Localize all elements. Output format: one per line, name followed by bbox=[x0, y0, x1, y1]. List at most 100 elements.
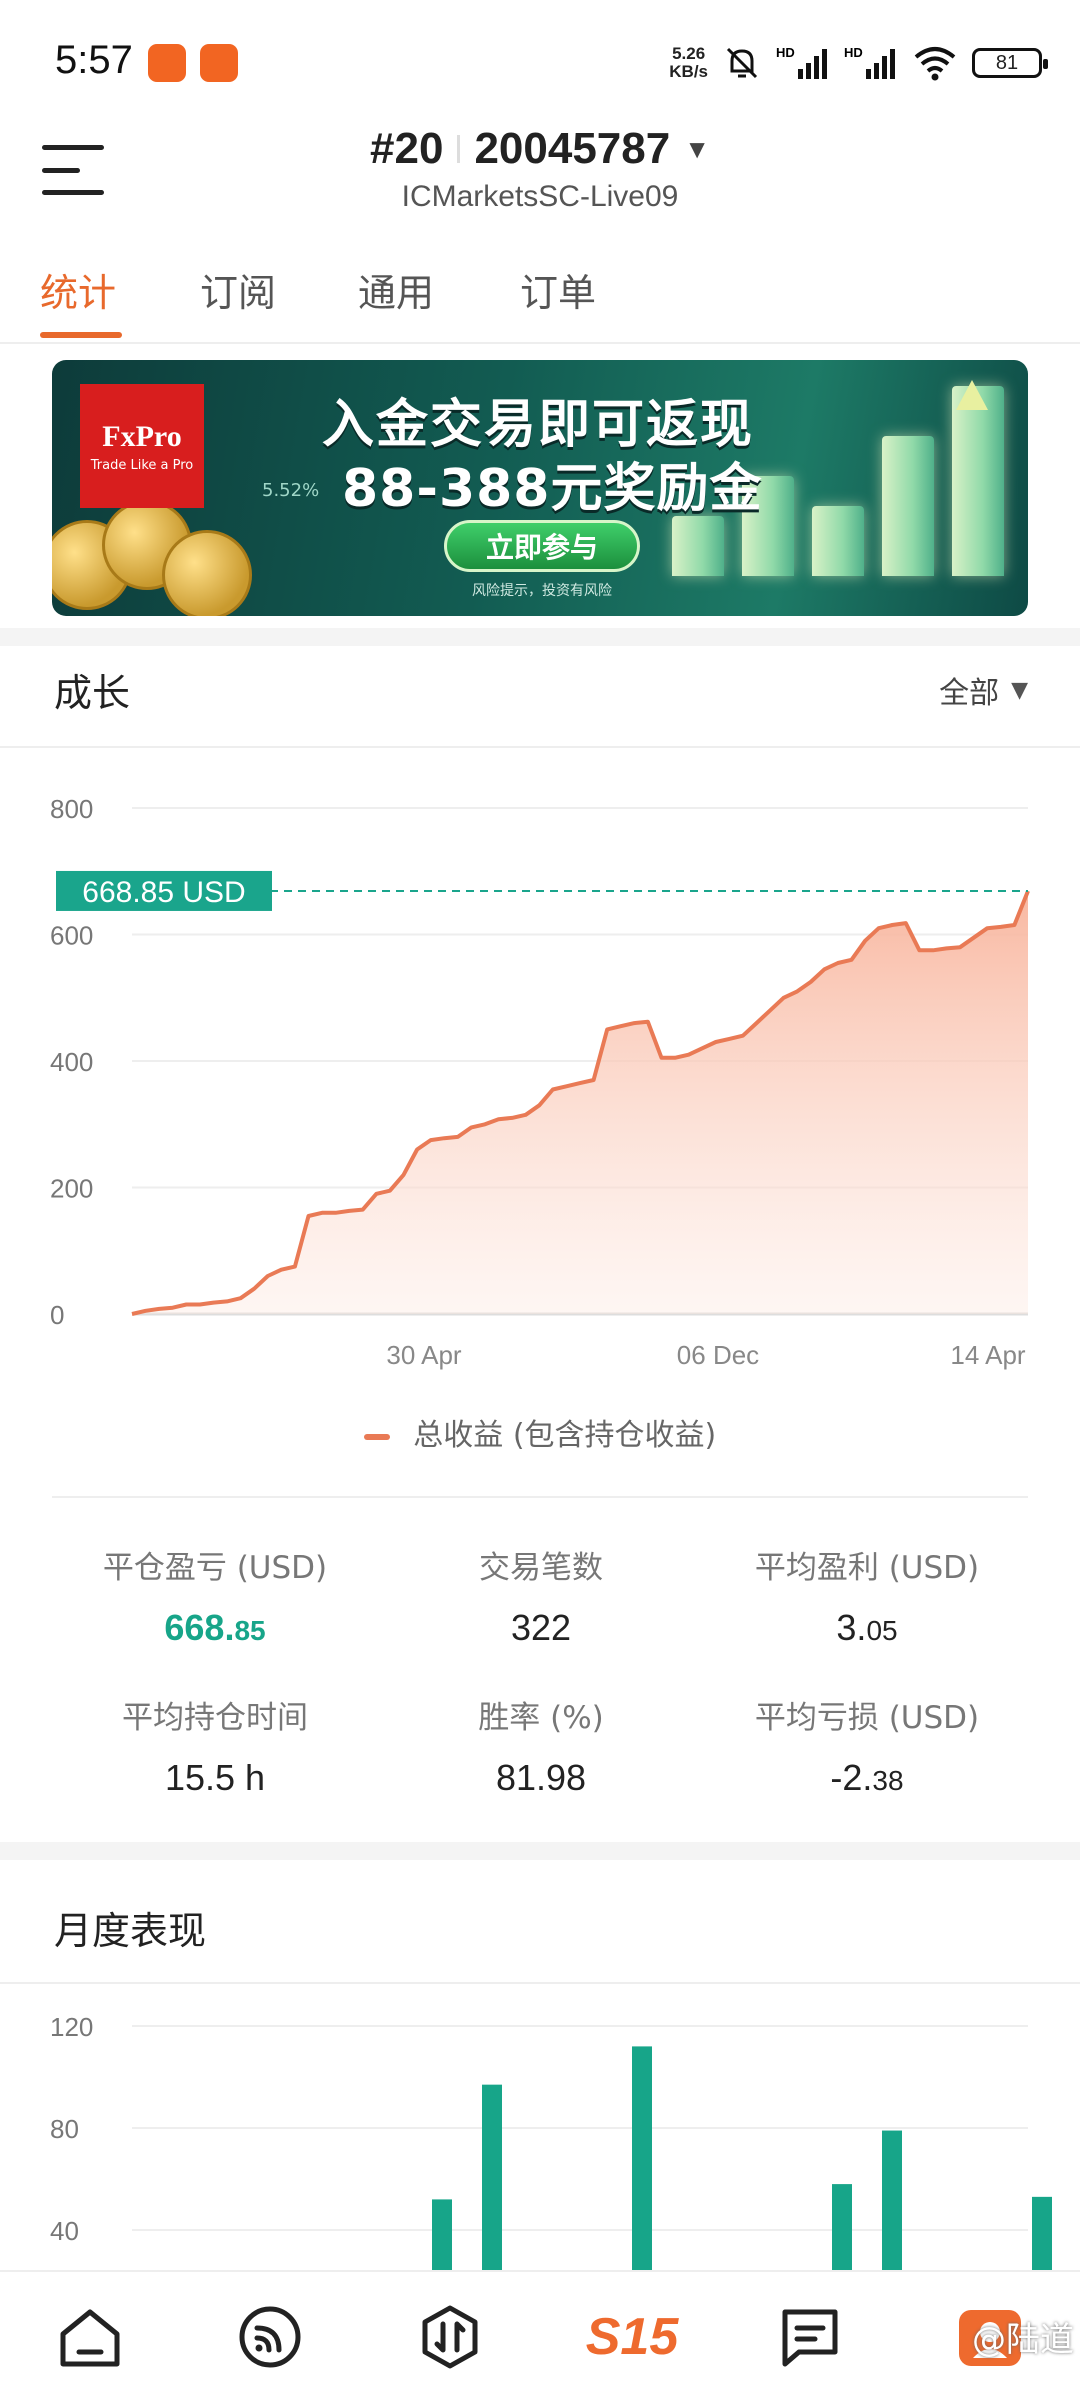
stat-cell: 平均盈利 (USD) 3.05 bbox=[704, 1542, 1030, 1649]
growth-title: 成长 bbox=[54, 671, 131, 715]
stat-label: 平均持仓时间 bbox=[122, 1700, 308, 1736]
account-selector[interactable]: #20 20045787 ▼ ICMarketsSC-Live09 bbox=[0, 124, 1080, 214]
x-tick-label: 06 Dec bbox=[677, 1340, 759, 1370]
status-bar: 5:57 5.26 KB/s HD HD 81 bbox=[0, 0, 1080, 120]
coin-graphic bbox=[162, 530, 252, 616]
month-bar bbox=[832, 2184, 852, 2272]
wifi-icon bbox=[914, 47, 956, 81]
stat-label: 交易笔数 bbox=[479, 1550, 603, 1586]
growth-area bbox=[132, 891, 1028, 1314]
nav-trade[interactable] bbox=[400, 2294, 500, 2380]
battery-icon: 81 bbox=[972, 48, 1048, 78]
nav-home[interactable] bbox=[40, 2294, 140, 2380]
y-tick-label: 400 bbox=[50, 1047, 93, 1077]
stat-cell: 平仓盈亏 (USD) 668.85 bbox=[52, 1542, 378, 1649]
x-tick-label: 14 Apr bbox=[950, 1340, 1026, 1370]
section-divider bbox=[0, 746, 1080, 748]
stat-value: 81.98 bbox=[378, 1757, 704, 1799]
signal-hd-icon: HD bbox=[844, 45, 895, 79]
svg-text:HD: HD bbox=[844, 45, 863, 60]
stat-value-main: 81.98 bbox=[495, 1757, 587, 1798]
stat-label: 胜率 (%) bbox=[478, 1700, 604, 1736]
filter-label: 全部 bbox=[939, 676, 1000, 711]
status-time: 5:57 bbox=[55, 38, 133, 82]
stat-value: 3.05 bbox=[704, 1607, 1030, 1649]
feed-icon bbox=[239, 2306, 301, 2368]
app-screen: 5:57 5.26 KB/s HD HD 81 #20 20045787 ▼ I… bbox=[0, 0, 1080, 2400]
banner-coins-graphic bbox=[52, 500, 272, 616]
month-bar bbox=[1032, 2196, 1052, 2272]
svg-text:HD: HD bbox=[776, 45, 795, 60]
tab-general[interactable]: 通用 bbox=[358, 262, 434, 317]
stat-label: 平均亏损 (USD) bbox=[754, 1700, 980, 1736]
fxpro-logo: FxPro Trade Like a Pro bbox=[80, 384, 204, 508]
stats-grid: 平仓盈亏 (USD) 668.85 交易笔数 322 平均盈利 (USD) 3.05 平均持… bbox=[52, 1496, 1028, 1798]
stat-value-main: 3. bbox=[836, 1607, 867, 1648]
month-bar bbox=[632, 2046, 652, 2272]
mute-bell-icon bbox=[726, 47, 758, 79]
legend-swatch bbox=[363, 1433, 390, 1440]
legend-label: 总收益 (包含持仓收益) bbox=[413, 1418, 717, 1453]
stat-value: 322 bbox=[378, 1607, 704, 1649]
tab-statistics[interactable]: 统计 bbox=[40, 262, 116, 317]
y-tick-label: 80 bbox=[50, 2114, 79, 2144]
caret-down-icon: ▼ bbox=[1011, 677, 1028, 703]
join-now-button[interactable]: 立即参与 bbox=[444, 520, 640, 572]
stat-value-decimals: 05 bbox=[866, 1615, 898, 1646]
y-tick-label: 40 bbox=[50, 2216, 79, 2246]
stat-label: 平仓盈亏 (USD) bbox=[102, 1550, 328, 1586]
banner-arrow-graphic bbox=[956, 380, 988, 410]
status-icons: 5.26 KB/s HD HD 81 bbox=[669, 38, 1048, 88]
y-tick-label: 800 bbox=[50, 794, 93, 824]
account-separator bbox=[457, 135, 461, 163]
monthly-chart-svg: 40 80 120 bbox=[50, 2012, 1052, 2272]
banner-bar-graphic bbox=[812, 506, 864, 576]
active-tab-indicator bbox=[40, 332, 122, 338]
monthly-title: 月度表现 bbox=[54, 1909, 207, 1953]
stat-value: -2.38 bbox=[704, 1757, 1030, 1799]
y-tick-label: 0 bbox=[50, 1300, 64, 1330]
stat-cell: 胜率 (%) 81.98 bbox=[378, 1692, 704, 1799]
stat-value-main: 15.5 h bbox=[164, 1757, 266, 1798]
tab-subscribe[interactable]: 订阅 bbox=[200, 262, 276, 317]
logo-text: FxPro bbox=[102, 419, 182, 453]
stat-value: 668.85 bbox=[52, 1607, 378, 1649]
message-icon bbox=[782, 2309, 838, 2367]
banner-title-line2: 88-388元奖励金 bbox=[342, 459, 763, 519]
banner-bar-graphic bbox=[882, 436, 934, 576]
section-gap bbox=[0, 628, 1080, 646]
growth-chart-svg: 0 200 400 600 800 668.85 USD 30 Apr 06 Dec 14 Ap… bbox=[50, 794, 1030, 1370]
account-prefix: #20 bbox=[370, 124, 444, 173]
growth-filter-dropdown[interactable]: 全部 ▼ bbox=[939, 668, 1028, 712]
stat-cell: 平均亏损 (USD) -2.38 bbox=[704, 1692, 1030, 1799]
current-value-label: 668.85 USD bbox=[82, 876, 245, 909]
stat-value-main: -2. bbox=[830, 1757, 873, 1798]
s15-logo: S15 bbox=[585, 2308, 679, 2366]
stat-value-decimals: 85 bbox=[234, 1615, 266, 1646]
account-server: ICMarketsSC-Live09 bbox=[401, 180, 679, 213]
caret-down-icon: ▼ bbox=[684, 133, 710, 164]
y-tick-label: 200 bbox=[50, 1174, 93, 1204]
recorder-app-icon bbox=[200, 44, 238, 82]
tab-orders[interactable]: 订单 bbox=[520, 262, 596, 317]
nav-s15[interactable]: S15 bbox=[572, 2294, 692, 2380]
banner-percent: 5.52% bbox=[262, 480, 320, 501]
logo-tagline: Trade Like a Pro bbox=[90, 457, 194, 473]
promo-banner[interactable]: FxPro Trade Like a Pro 5.52% 入金交易即可返现 88… bbox=[52, 360, 1028, 616]
tab-bar: 统计 订阅 通用 订单 bbox=[0, 250, 1080, 344]
growth-legend: 总收益 (包含持仓收益) bbox=[0, 1410, 1080, 1454]
stat-value-decimals: 38 bbox=[872, 1765, 904, 1796]
bottom-nav: S15 @陆道 bbox=[0, 2270, 1080, 2400]
risk-disclaimer: 风险提示，投资有风险 bbox=[472, 583, 612, 599]
banner-bar-graphic bbox=[672, 516, 724, 576]
banner-bar-graphic bbox=[952, 386, 1004, 576]
monthly-chart: 40 80 120 bbox=[0, 1982, 1080, 2272]
stat-label: 平均盈利 (USD) bbox=[754, 1550, 980, 1586]
month-bar bbox=[432, 2199, 452, 2272]
nav-feed[interactable] bbox=[220, 2294, 320, 2380]
month-bar bbox=[482, 2084, 502, 2272]
stat-value-main: 668. bbox=[164, 1607, 235, 1648]
growth-chart: 0 200 400 600 800 668.85 USD 30 Apr 06 Dec 14 Ap… bbox=[0, 760, 1080, 1460]
nav-messages[interactable] bbox=[760, 2294, 860, 2380]
notification-app-icon bbox=[148, 44, 186, 82]
